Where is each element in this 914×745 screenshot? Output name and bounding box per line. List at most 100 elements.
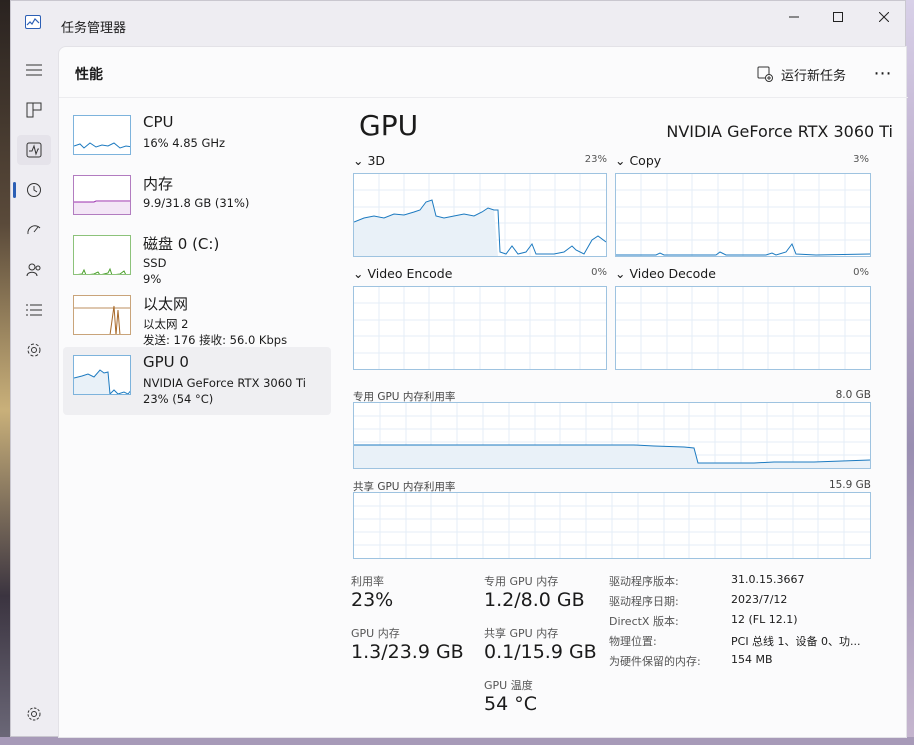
engine-name: Copy xyxy=(629,153,662,168)
resource-line-2: 23% (54 °C) xyxy=(143,392,214,406)
users-icon xyxy=(26,263,41,277)
gpu-model-name: NVIDIA GeForce RTX 3060 Ti xyxy=(666,122,893,141)
nav-details-button[interactable] xyxy=(17,295,51,325)
memory-thumbnail-graph xyxy=(73,175,131,215)
settings-icon xyxy=(27,707,41,721)
title-bar: 任务管理器 xyxy=(11,1,907,41)
maximize-button[interactable] xyxy=(815,5,861,29)
driver-version-key: 驱动程序版本: xyxy=(609,575,679,588)
utilization-value: 23% xyxy=(351,589,394,611)
reserved-memory-value: 154 MB xyxy=(731,653,773,666)
shared-gpu-memory-value: 0.1/15.9 GB xyxy=(484,641,597,663)
cpu-thumbnail-graph xyxy=(73,115,131,155)
run-new-task-label: 运行新任务 xyxy=(781,68,847,84)
driver-version-value: 31.0.15.3667 xyxy=(731,573,805,586)
shared-memory-max: 15.9 GB xyxy=(828,479,871,491)
app-history-icon xyxy=(27,183,41,197)
task-manager-app-icon xyxy=(25,15,41,29)
desktop-background-right xyxy=(906,0,914,745)
nav-services-button[interactable] xyxy=(17,335,51,365)
resource-line-1: 9.9/31.8 GB (31%) xyxy=(143,196,250,210)
ethernet-thumbnail-graph xyxy=(73,295,131,335)
engine-video-encode-graph xyxy=(353,286,607,370)
engine-video-encode-percent: 0% xyxy=(591,267,607,278)
engine-video-decode-graph xyxy=(615,286,871,370)
nav-hamburger-button[interactable] xyxy=(17,55,51,85)
nav-startup-button[interactable] xyxy=(17,215,51,245)
gpu-thumbnail-graph xyxy=(73,355,131,395)
window-title: 任务管理器 xyxy=(61,21,127,36)
engine-name: Video Encode xyxy=(367,266,453,281)
utilization-label: 利用率 xyxy=(351,575,384,588)
gpu-memory-value: 1.3/23.9 GB xyxy=(351,641,464,663)
engine-copy-selector[interactable]: ⌄ Copy xyxy=(615,153,661,168)
minimize-button[interactable] xyxy=(771,5,817,29)
resource-line-2: 发送: 176 接收: 56.0 Kbps xyxy=(143,333,288,347)
performance-icon xyxy=(26,142,42,158)
shared-memory-graph xyxy=(353,492,871,559)
nav-performance-button[interactable] xyxy=(17,135,51,165)
engine-3d-percent: 23% xyxy=(584,154,607,165)
engine-video-encode-selector[interactable]: ⌄ Video Encode xyxy=(353,266,452,281)
startup-icon xyxy=(27,225,41,235)
more-options-icon: ⋯ xyxy=(873,62,893,84)
dedicated-memory-graph xyxy=(353,402,871,469)
directx-version-key: DirectX 版本: xyxy=(609,615,679,628)
more-options-button[interactable]: ⋯ xyxy=(869,59,897,87)
engine-copy-graph xyxy=(615,173,871,257)
resource-name: CPU xyxy=(143,113,174,131)
resource-name: 内存 xyxy=(143,175,174,193)
header-divider xyxy=(59,97,908,98)
engine-3d-selector[interactable]: ⌄ 3D xyxy=(353,153,385,168)
engine-copy-percent: 3% xyxy=(853,154,869,165)
shared-gpu-memory-label: 共享 GPU 内存 xyxy=(484,627,559,640)
engine-video-decode-selector[interactable]: ⌄ Video Decode xyxy=(615,266,716,281)
gpu-title: GPU xyxy=(359,109,419,142)
engine-name: Video Decode xyxy=(629,266,716,281)
hamburger-icon xyxy=(26,64,42,76)
dedicated-gpu-memory-value: 1.2/8.0 GB xyxy=(484,589,585,611)
resource-item-memory[interactable]: 内存 9.9/31.8 GB (31%) xyxy=(63,167,331,235)
gpu-temperature-label: GPU 温度 xyxy=(484,679,533,692)
gpu-temperature-value: 54 °C xyxy=(484,693,537,715)
nav-app-history-button[interactable] xyxy=(17,175,51,205)
nav-processes-button[interactable] xyxy=(17,95,51,125)
engine-name: 3D xyxy=(367,153,386,168)
run-new-task-button[interactable]: 运行新任务 xyxy=(757,61,846,87)
page-title: 性能 xyxy=(75,67,103,83)
engine-video-decode-percent: 0% xyxy=(853,267,869,278)
resource-line-1: SSD xyxy=(143,256,167,270)
resource-name: GPU 0 xyxy=(143,353,189,371)
task-manager-window: 任务管理器 性能 运行新任务 ⋯ CPU 16% 4.85 GHz 内存 9.9… xyxy=(10,0,908,738)
resource-item-cpu[interactable]: CPU 16% 4.85 GHz xyxy=(63,107,331,175)
close-button[interactable] xyxy=(861,5,907,29)
gpu-memory-label: GPU 内存 xyxy=(351,627,400,640)
resource-item-disk[interactable]: 磁盘 0 (C:) SSD 9% xyxy=(63,227,331,295)
new-task-icon xyxy=(757,66,773,82)
physical-location-value: PCI 总线 1、设备 0、功... xyxy=(731,635,861,648)
nav-active-indicator xyxy=(13,182,16,198)
resource-line-1: NVIDIA GeForce RTX 3060 Ti xyxy=(143,376,306,390)
resource-item-gpu[interactable]: GPU 0 NVIDIA GeForce RTX 3060 Ti 23% (54… xyxy=(63,347,331,415)
minimize-icon xyxy=(789,16,799,18)
desktop-background-left xyxy=(0,0,10,745)
disk-thumbnail-graph xyxy=(73,235,131,275)
engine-3d-graph xyxy=(353,173,607,257)
resource-item-ethernet[interactable]: 以太网 以太网 2 发送: 176 接收: 56.0 Kbps xyxy=(63,287,331,355)
reserved-memory-key: 为硬件保留的内存: xyxy=(609,655,701,668)
resource-name: 以太网 xyxy=(143,295,189,313)
details-icon xyxy=(26,304,42,316)
dedicated-memory-max: 8.0 GB xyxy=(835,389,871,401)
resource-line-1: 16% 4.85 GHz xyxy=(143,136,226,150)
processes-icon xyxy=(26,102,42,118)
directx-version-value: 12 (FL 12.1) xyxy=(731,613,798,626)
nav-settings-button[interactable] xyxy=(17,699,51,729)
driver-date-value: 2023/7/12 xyxy=(731,593,788,606)
resource-line-2: 9% xyxy=(143,272,162,286)
nav-users-button[interactable] xyxy=(17,255,51,285)
navigation-rail xyxy=(11,41,57,738)
desktop-background-bottom xyxy=(0,737,914,745)
driver-date-key: 驱动程序日期: xyxy=(609,595,679,608)
physical-location-key: 物理位置: xyxy=(609,635,657,648)
maximize-icon xyxy=(833,12,843,22)
